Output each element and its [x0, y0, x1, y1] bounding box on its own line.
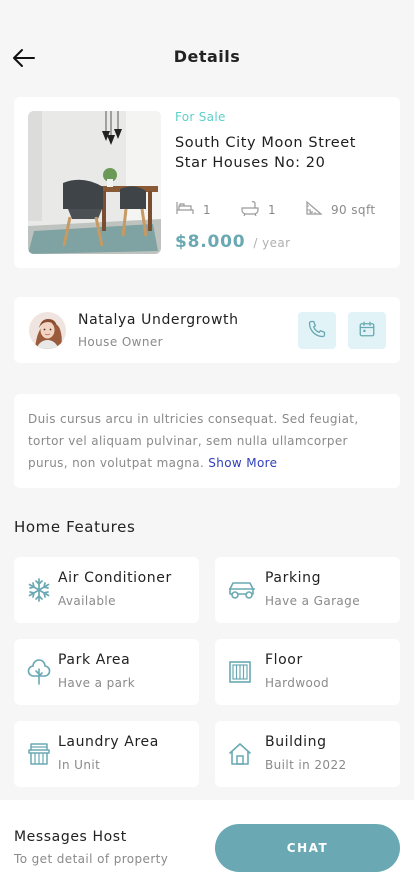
- show-more-link[interactable]: Show More: [208, 456, 277, 470]
- feature-card-floor[interactable]: Floor Hardwood: [215, 639, 400, 705]
- laundry-icon: [26, 741, 52, 767]
- ruler-icon: [305, 200, 331, 219]
- feature-card-laundry-area[interactable]: Laundry Area In Unit: [14, 721, 199, 787]
- building-icon: [227, 741, 253, 767]
- feature-title: Laundry Area: [58, 734, 159, 750]
- bottom-title: Messages Host: [14, 829, 127, 845]
- feature-title: Floor: [265, 652, 303, 668]
- feature-card-parking[interactable]: Parking Have a Garage: [215, 557, 400, 623]
- avatar: [29, 312, 66, 349]
- feature-card-building[interactable]: Building Built in 2022: [215, 721, 400, 787]
- header: Details: [0, 0, 414, 96]
- snowflake-icon: [26, 577, 52, 603]
- bed-count: 1: [175, 200, 211, 219]
- feature-title: Building: [265, 734, 327, 750]
- feature-card-park-area[interactable]: Park Area Have a park: [14, 639, 199, 705]
- calendar-icon: [358, 320, 376, 342]
- feature-title: Park Area: [58, 652, 131, 668]
- feature-title: Parking: [265, 570, 322, 586]
- feature-subtitle: Have a park: [58, 676, 136, 690]
- feature-subtitle: Hardwood: [265, 676, 330, 690]
- feature-subtitle: Built in 2022: [265, 758, 347, 772]
- tree-icon: [26, 659, 52, 685]
- area-value: 90 sqft: [331, 202, 376, 217]
- call-button[interactable]: [298, 312, 336, 349]
- description-card: Duis cursus arcu in ultricies consequat.…: [14, 394, 400, 488]
- price-period: / year: [253, 236, 291, 250]
- property-photo: [28, 111, 161, 254]
- property-card[interactable]: For Sale South City Moon Street Star Hou…: [14, 97, 400, 268]
- feature-title: Air Conditioner: [58, 570, 172, 586]
- page-title: Details: [173, 47, 241, 66]
- schedule-button[interactable]: [348, 312, 386, 349]
- description-body: Duis cursus arcu in ultricies consequat.…: [28, 412, 359, 470]
- bath-count: 1: [240, 200, 276, 219]
- bed-icon: [175, 200, 203, 219]
- description-text: Duis cursus arcu in ultricies consequat.…: [28, 408, 386, 474]
- bed-count-value: 1: [203, 202, 212, 217]
- feature-subtitle: Available: [58, 594, 116, 608]
- feature-subtitle: In Unit: [58, 758, 101, 772]
- chat-button[interactable]: CHAT: [215, 824, 400, 872]
- floor-icon: [227, 659, 253, 685]
- owner-role: House Owner: [78, 335, 164, 349]
- section-title-features: Home Features: [14, 518, 136, 536]
- bath-count-value: 1: [268, 202, 277, 217]
- feature-card-air-conditioner[interactable]: Air Conditioner Available: [14, 557, 199, 623]
- area-size: 90 sqft: [305, 200, 375, 219]
- status-badge: For Sale: [175, 110, 226, 124]
- car-icon: [227, 577, 255, 603]
- price-row: $8.000 / year: [175, 232, 290, 252]
- feature-subtitle: Have a Garage: [265, 594, 360, 608]
- bathtub-icon: [240, 200, 268, 219]
- property-name: South City Moon Street Star Houses No: 2…: [175, 135, 357, 171]
- bottom-bar: Messages Host To get detail of property …: [0, 800, 414, 896]
- owner-card: Natalya Undergrowth House Owner: [14, 297, 400, 363]
- bottom-subtitle: To get detail of property: [14, 852, 169, 866]
- phone-icon: [307, 319, 327, 343]
- price: $8.000: [175, 232, 246, 252]
- owner-name: Natalya Undergrowth: [78, 312, 239, 328]
